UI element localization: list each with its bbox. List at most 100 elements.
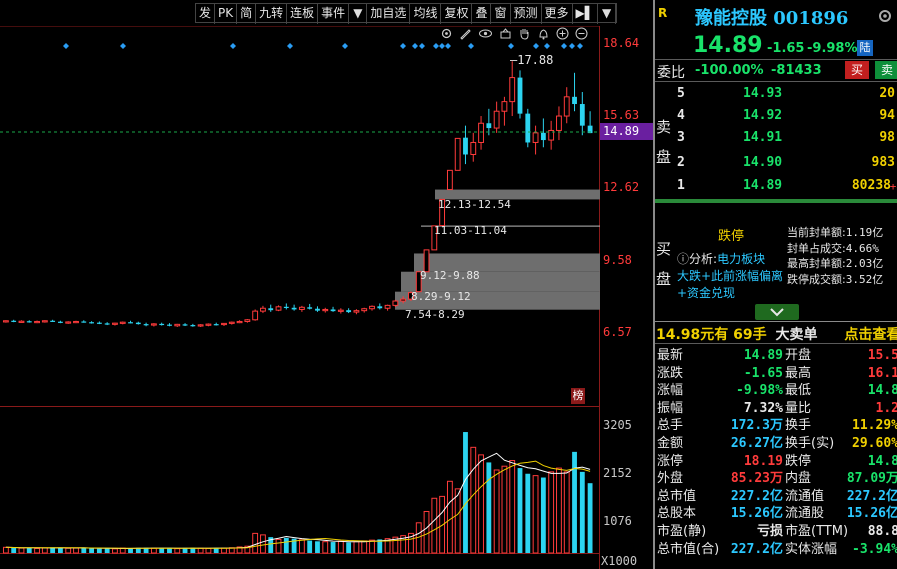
info-icon: ⓘ [677,252,690,266]
candle-body [353,310,360,313]
sell-level-row[interactable]: 5 14.93 20 [655,86,897,104]
overlay-button[interactable]: 叠 [472,4,492,24]
pk-button[interactable]: PK [215,4,238,24]
stat-label: 流通股 [785,506,825,522]
event-marker-icon [433,43,439,49]
volume-bar [34,547,40,554]
level-price: 14.90 [743,155,783,170]
sell-button[interactable]: 卖 [875,61,897,79]
sell-level-row[interactable]: 2 14.90 983 [655,155,897,173]
volume-bar [463,432,468,553]
bell-icon[interactable] [537,27,550,40]
pen-icon[interactable] [459,27,472,40]
ma-button[interactable]: 均线 [410,4,442,24]
candle-body [532,132,539,143]
window-button[interactable]: 窗 [491,4,511,24]
level-index: 1 [677,178,685,193]
event-marker-icon [439,43,445,49]
candle-body [73,320,79,324]
stat-row: 总市值 227.2亿 流通值 227.2亿 [657,488,897,506]
lianban-button[interactable]: 连板 [287,4,319,24]
price-change: -1.65 [767,41,805,56]
candle-body [182,324,188,326]
limit-down-analysis[interactable]: 跌停 ⓘ分析:电力板块 大跌+此前涨幅偏离 +资金兑现 [677,220,785,305]
sell-level-row[interactable]: 1 14.89 80238+4 [655,178,897,196]
kline-chart[interactable] [0,25,600,569]
volume-bar [174,548,181,554]
stat-value: 亏损 [756,524,783,539]
candle-body [454,137,461,171]
minus-icon[interactable] [575,27,588,40]
candle-body [205,323,212,326]
more-dropdown[interactable]: ▼ [598,4,617,24]
stat-label: 市盈(TTM) [785,524,849,539]
volume-axis-label: 3205 [603,418,632,432]
stat-row: 总股本 15.26亿 流通股 15.26亿 [657,505,897,523]
stat-value: 87.09万 [846,471,897,487]
stat-label: 量比 [785,400,812,416]
analysis-topic: 电力板块 [717,252,766,266]
forecast-button[interactable]: 预测 [511,4,542,24]
event-marker-icon [400,43,406,49]
volume-bar [548,471,555,554]
divider [655,343,897,344]
play-button[interactable]: ▶▌ [573,4,598,24]
jiuzhuan-button[interactable]: 九转 [256,4,288,24]
volume-bar [159,548,165,553]
settings-icon[interactable] [877,8,893,24]
buy-button[interactable]: 买 [845,61,869,79]
event-dropdown[interactable]: ▼ [349,4,368,24]
candle-body [236,320,243,324]
event-marker-icon [419,43,425,49]
candle-body [252,310,259,321]
event-marker-icon [508,43,514,49]
volume-bar [112,548,118,554]
candle-body [315,308,320,311]
sell-level-row[interactable]: 3 14.91 98 [655,130,897,148]
price-axis-label: 15.63 [603,108,640,122]
stat-value: 11.29% [852,418,897,434]
quote-panel: R 豫能控股 001896 14.89 -1.65 -9.98% 陆 委比 -1… [653,0,897,569]
rank-badge[interactable]: 榜 [571,388,585,404]
basket-icon[interactable] [499,27,512,40]
volume-bar [283,537,289,553]
fa-button[interactable]: 发 [196,4,216,24]
chart-tools [440,27,590,43]
volume-bar [81,547,87,553]
candle-body [346,310,352,313]
analysis-line-3: +资金兑现 [677,286,736,300]
click-to-view-link[interactable]: 点击查看 [844,327,897,343]
big-order-bar[interactable]: 14.98元有 69手 大卖单 点击查看 [656,324,897,344]
analysis-line-1: ⓘ分析:电力板块 [677,250,785,267]
stat-value: 29.60% [852,436,897,451]
event-button[interactable]: 事件 [318,4,350,24]
sell-level-row[interactable]: 4 14.92 94 [655,108,897,126]
eye-icon[interactable] [478,27,493,40]
volume-bar [587,483,593,553]
event-marker-icon [120,43,126,49]
level-index: 4 [677,108,685,123]
volume-bar [197,547,204,554]
gap-label: 11.03-11.04 [434,224,507,237]
expand-button[interactable] [755,304,799,320]
plus-icon[interactable] [556,27,569,40]
simple-button[interactable]: 简 [237,4,257,24]
gear-icon[interactable] [440,27,453,40]
adjust-button[interactable]: 复权 [441,4,473,24]
more-button[interactable]: 更多 [542,4,573,24]
candle-body [400,298,407,302]
event-marker-icon [569,43,575,49]
price-axis-label: 18.64 [603,36,640,50]
volume-bar [572,451,577,553]
candle-body [159,323,165,326]
candle-body [446,169,453,191]
stat-label: 涨幅 [657,383,684,399]
r-mark: R [658,6,668,20]
kline-chart-panel[interactable]: 18.64 15.63 14.89 12.62 9.58 6.57 —17.88… [0,25,653,569]
level-volume: 98 [879,130,895,145]
add-watchlist-button[interactable]: 加自选 [367,4,411,24]
big-sell-label: 大卖单 [775,327,818,343]
hand-icon[interactable] [518,27,531,40]
seal-stat-label: 最高封单额: [787,257,846,270]
volume-bar [509,460,516,554]
